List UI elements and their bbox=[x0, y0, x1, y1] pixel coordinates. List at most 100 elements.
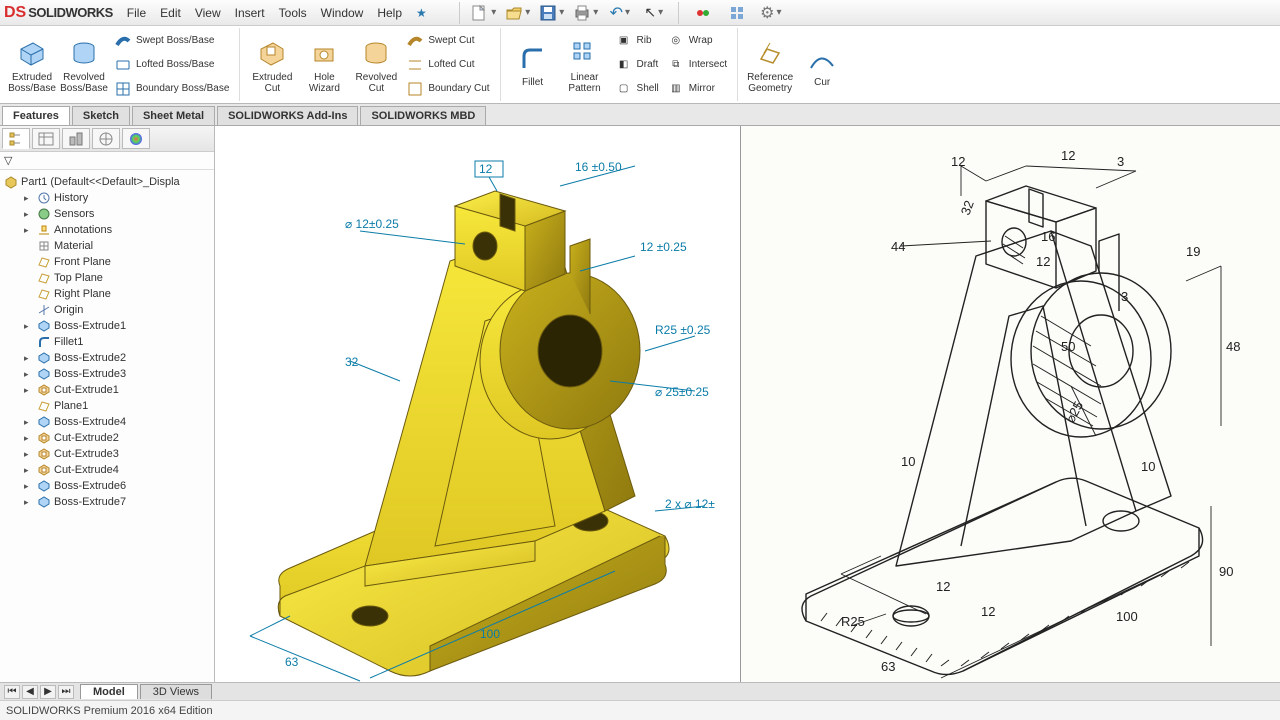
caret-icon: ▸ bbox=[24, 369, 34, 380]
intersect-button[interactable]: ⧉Intersect bbox=[663, 54, 731, 76]
tree-node-cut-extrude2[interactable]: ▸Cut-Extrude2 bbox=[2, 430, 212, 446]
sk-3b: 3 bbox=[1121, 289, 1128, 304]
graphics-viewport[interactable]: 12 16 ±0.50 ⌀ 12±0.25 12 ±0.25 R25 ±0.25… bbox=[215, 126, 740, 682]
curves-button[interactable]: Cur bbox=[796, 29, 848, 101]
panel-tab-display-icon[interactable] bbox=[122, 128, 150, 149]
tree-node-boss-extrude2[interactable]: ▸Boss-Extrude2 bbox=[2, 350, 212, 366]
tree-node-boss-extrude4[interactable]: ▸Boss-Extrude4 bbox=[2, 414, 212, 430]
fillet-button[interactable]: Fillet bbox=[507, 29, 559, 101]
menu-file[interactable]: File bbox=[127, 6, 146, 20]
sk-r25: R25 bbox=[841, 614, 865, 629]
panel-tab-feature-tree-icon[interactable] bbox=[2, 128, 30, 149]
panel-tab-config-icon[interactable] bbox=[62, 128, 90, 149]
extruded-cut-icon bbox=[257, 36, 287, 72]
shell-button[interactable]: ▢Shell bbox=[611, 78, 663, 100]
sk-10a: 10 bbox=[901, 454, 915, 469]
ribbon-group-cut: Extruded Cut Hole Wizard Revolved Cut Sw… bbox=[240, 28, 500, 101]
nav-first-icon[interactable]: ⏮ bbox=[4, 685, 20, 699]
tab-features[interactable]: Features bbox=[2, 106, 70, 125]
extruded-cut-label: Extruded Cut bbox=[246, 72, 298, 94]
sk-19: 19 bbox=[1186, 244, 1200, 259]
new-doc-icon[interactable]: ▾ bbox=[470, 2, 498, 24]
tree-node-fillet1[interactable]: Fillet1 bbox=[2, 334, 212, 350]
tab-sheet-metal[interactable]: Sheet Metal bbox=[132, 106, 215, 125]
menu-tools[interactable]: Tools bbox=[279, 6, 307, 20]
tree-node-history[interactable]: ▸History bbox=[2, 190, 212, 206]
tree-node-plane1[interactable]: Plane1 bbox=[2, 398, 212, 414]
bottom-tab-3dviews[interactable]: 3D Views bbox=[140, 684, 212, 699]
open-icon[interactable]: ▾ bbox=[504, 2, 532, 24]
panel-tab-dimxpert-icon[interactable] bbox=[92, 128, 120, 149]
revolved-boss-label: Revolved Boss/Base bbox=[58, 72, 110, 94]
reference-geometry-button[interactable]: Reference Geometry bbox=[744, 29, 796, 101]
tab-addins[interactable]: SOLIDWORKS Add-Ins bbox=[217, 106, 358, 125]
tree-icon bbox=[37, 431, 51, 445]
wrap-button[interactable]: ◎Wrap bbox=[663, 30, 731, 52]
part-icon bbox=[4, 175, 18, 189]
reference-geometry-label: Reference Geometry bbox=[744, 72, 796, 94]
tree-node-boss-extrude7[interactable]: ▸Boss-Extrude7 bbox=[2, 494, 212, 510]
tree-node-cut-extrude1[interactable]: ▸Cut-Extrude1 bbox=[2, 382, 212, 398]
revolved-cut-button[interactable]: Revolved Cut bbox=[350, 29, 402, 101]
tree-node-boss-extrude6[interactable]: ▸Boss-Extrude6 bbox=[2, 478, 212, 494]
tree-filter-icon[interactable]: ▽ bbox=[0, 152, 214, 170]
undo-icon[interactable]: ↶▾ bbox=[606, 2, 634, 24]
bottom-tab-model[interactable]: Model bbox=[80, 684, 138, 699]
linear-pattern-label: Linear Pattern bbox=[559, 72, 611, 94]
print-icon[interactable]: ▾ bbox=[572, 2, 600, 24]
tree-node-top-plane[interactable]: Top Plane bbox=[2, 270, 212, 286]
tree-node-cut-extrude3[interactable]: ▸Cut-Extrude3 bbox=[2, 446, 212, 462]
nav-next-icon[interactable]: ▶ bbox=[40, 685, 56, 699]
settings-icon[interactable]: ⚙▾ bbox=[757, 2, 785, 24]
tree-node-front-plane[interactable]: Front Plane bbox=[2, 254, 212, 270]
extruded-cut-button[interactable]: Extruded Cut bbox=[246, 29, 298, 101]
menu-view[interactable]: View bbox=[195, 6, 221, 20]
menu-search-icon[interactable]: ★ bbox=[416, 6, 427, 20]
feature-tree[interactable]: Part1 (Default<<Default>_Displa ▸History… bbox=[0, 170, 214, 682]
rib-button[interactable]: ▣Rib bbox=[611, 30, 663, 52]
lofted-cut-button[interactable]: Lofted Cut bbox=[402, 54, 493, 76]
tree-node-material-not-specified-[interactable]: Material bbox=[2, 238, 212, 254]
reference-geometry-icon bbox=[755, 36, 785, 72]
tab-mbd[interactable]: SOLIDWORKS MBD bbox=[360, 106, 486, 125]
swept-boss-button[interactable]: Swept Boss/Base bbox=[110, 30, 233, 52]
tree-node-cut-extrude4[interactable]: ▸Cut-Extrude4 bbox=[2, 462, 212, 478]
menu-edit[interactable]: Edit bbox=[160, 6, 181, 20]
revolved-boss-button[interactable]: Revolved Boss/Base bbox=[58, 29, 110, 101]
draft-button[interactable]: ◧Draft bbox=[611, 54, 663, 76]
sk-12b: 12 bbox=[951, 154, 965, 169]
tree-node-boss-extrude3[interactable]: ▸Boss-Extrude3 bbox=[2, 366, 212, 382]
options-icon[interactable] bbox=[723, 2, 751, 24]
linear-pattern-button[interactable]: Linear Pattern bbox=[559, 29, 611, 101]
ribbon-group-features: Fillet Linear Pattern ▣Rib ◧Draft ▢Shell… bbox=[501, 28, 739, 101]
save-icon[interactable]: ▾ bbox=[538, 2, 566, 24]
boundary-cut-button[interactable]: Boundary Cut bbox=[402, 78, 493, 100]
rebuild-icon[interactable] bbox=[689, 2, 717, 24]
select-icon[interactable]: ↖▾ bbox=[640, 2, 668, 24]
menu-help[interactable]: Help bbox=[377, 6, 402, 20]
mirror-button[interactable]: ▥Mirror bbox=[663, 78, 731, 100]
tree-node-boss-extrude1[interactable]: ▸Boss-Extrude1 bbox=[2, 318, 212, 334]
caret-icon: ▸ bbox=[24, 209, 34, 220]
ribbon: Extruded Boss/Base Revolved Boss/Base Sw… bbox=[0, 26, 1280, 104]
nav-prev-icon[interactable]: ◀ bbox=[22, 685, 38, 699]
swept-cut-button[interactable]: Swept Cut bbox=[402, 30, 493, 52]
tree-root[interactable]: Part1 (Default<<Default>_Displa bbox=[2, 174, 212, 190]
menu-insert[interactable]: Insert bbox=[235, 6, 265, 20]
menu-window[interactable]: Window bbox=[321, 6, 364, 20]
status-bar: SOLIDWORKS Premium 2016 x64 Edition bbox=[0, 700, 1280, 720]
lofted-boss-button[interactable]: Lofted Boss/Base bbox=[110, 54, 233, 76]
caret-icon: ▸ bbox=[24, 385, 34, 396]
boundary-boss-button[interactable]: Boundary Boss/Base bbox=[110, 78, 233, 100]
tree-node-annotations[interactable]: ▸Annotations bbox=[2, 222, 212, 238]
tree-node-right-plane[interactable]: Right Plane bbox=[2, 286, 212, 302]
nav-last-icon[interactable]: ⏭ bbox=[58, 685, 74, 699]
tab-sketch[interactable]: Sketch bbox=[72, 106, 130, 125]
hole-wizard-button[interactable]: Hole Wizard bbox=[298, 29, 350, 101]
tree-node-origin[interactable]: Origin bbox=[2, 302, 212, 318]
sk-16: 16 bbox=[1041, 229, 1055, 244]
tree-node-sensors[interactable]: ▸Sensors bbox=[2, 206, 212, 222]
extruded-boss-button[interactable]: Extruded Boss/Base bbox=[6, 29, 58, 101]
caret-icon: ▸ bbox=[24, 193, 34, 204]
panel-tab-property-icon[interactable] bbox=[32, 128, 60, 149]
